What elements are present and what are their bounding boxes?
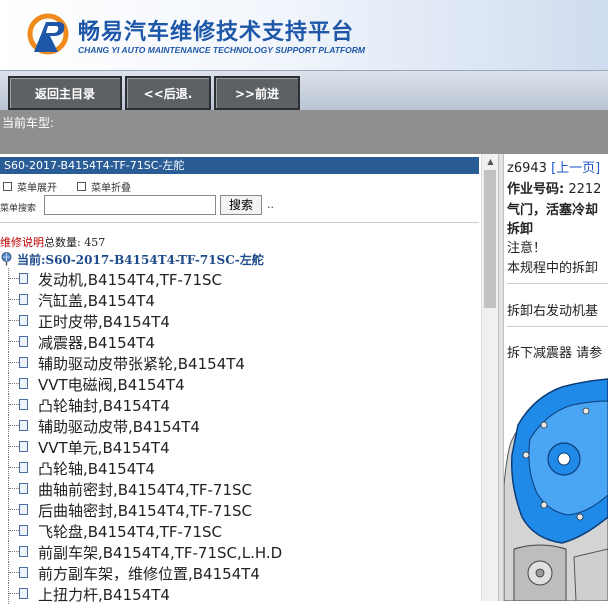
collapse-square-icon xyxy=(77,182,86,191)
tree-item[interactable]: 辅助驱动皮带,B4154T4 xyxy=(0,415,478,436)
document-icon xyxy=(19,315,28,326)
tree-item-label: 飞轮盘,B4154T4,TF-71SC xyxy=(38,523,222,541)
header-banner: 畅易汽车维修技术支持平台 CHANG YI AUTO MAINTENANCE T… xyxy=(0,0,608,70)
doc-header-line: z6943 [上一页] xyxy=(507,157,600,176)
tree-item-label: 正时皮带,B4154T4 xyxy=(38,313,170,331)
tree-item-label: VVT电磁阀,B4154T4 xyxy=(38,376,185,394)
document-icon xyxy=(19,588,28,599)
tree-item-label: 发动机,B4154T4,TF-71SC xyxy=(38,271,222,289)
tree-item[interactable]: 前方副车架，维修位置,B4154T4 xyxy=(0,562,478,583)
document-icon xyxy=(19,378,28,389)
expand-menu-label: 菜单展开 xyxy=(17,183,57,194)
tree-item[interactable]: 后曲轴密封,B4154T4,TF-71SC xyxy=(0,499,478,520)
document-icon xyxy=(19,420,28,431)
note-label: 注意！ xyxy=(507,241,547,256)
tree-item-label: 辅助驱动皮带张紧轮,B4154T4 xyxy=(38,355,245,373)
tree-item-label: VVT单元,B4154T4 xyxy=(38,439,170,457)
tree-item-label: 前方副车架，维修位置,B4154T4 xyxy=(38,565,260,583)
menu-scrollbar[interactable]: ▲ xyxy=(481,154,499,601)
step-separator xyxy=(507,326,608,327)
doc-section-title: 拆卸 xyxy=(507,222,534,237)
step-2-text: 拆下减震器 请参 xyxy=(507,346,603,361)
document-icon xyxy=(19,441,28,452)
tree-item-label: 凸轮轴,B4154T4 xyxy=(38,460,155,478)
tree-item[interactable]: 凸轮轴,B4154T4 xyxy=(0,457,478,478)
tree-item-label: 减震器,B4154T4 xyxy=(38,334,155,352)
menu-search-label: 菜单搜索 xyxy=(0,204,37,214)
tree-item-label: 后曲轴密封,B4154T4,TF-71SC xyxy=(38,502,252,520)
document-icon xyxy=(19,567,28,578)
tree-item[interactable]: 正时皮带,B4154T4 xyxy=(0,310,478,331)
brand-title-cn: 畅易汽车维修技术支持平台 xyxy=(78,20,355,45)
tree-item[interactable]: 发动机,B4154T4,TF-71SC xyxy=(0,268,478,289)
document-icon xyxy=(19,462,28,473)
nav-toolbar: 返回主目录 <<后退. >>前进 xyxy=(0,70,608,111)
step-1-text: 拆卸右发动机基 xyxy=(507,304,599,319)
procedure-tree: 发动机,B4154T4,TF-71SC 汽缸盖,B4154T4 正时皮带,B4154… xyxy=(0,268,478,604)
doc-title-line: 气门，活塞冷却 xyxy=(507,203,599,218)
tree-item[interactable]: 前副车架,B4154T4,TF-71SC,L.H.D xyxy=(0,541,478,562)
document-icon xyxy=(19,336,28,347)
menu-panel: S60-2017-B4154T4-TF-71SC-左舵 菜单展开 菜单折叠 菜单… xyxy=(0,154,499,604)
tree-item[interactable]: 凸轮轴封,B4154T4 xyxy=(0,394,478,415)
doc-id: z6943 xyxy=(507,161,547,176)
document-icon xyxy=(19,399,28,410)
tree-item-label: 汽缸盖,B4154T4 xyxy=(38,292,155,310)
engine-illustration xyxy=(504,367,608,601)
note-text: 本规程中的拆卸 xyxy=(507,261,599,276)
document-icon xyxy=(19,273,28,284)
tree-root[interactable]: 当前:S60-2017-B4154T4-TF-71SC-左舵 xyxy=(0,250,264,268)
collapse-menu-label: 菜单折叠 xyxy=(91,183,131,194)
content-panel: z6943 [上一页] 作业号码: 2212 气门，活塞冷却 拆卸 注意！ 本规… xyxy=(504,154,608,601)
menu-search-input[interactable] xyxy=(44,195,216,215)
expand-menu-option[interactable]: 菜单展开 xyxy=(3,179,57,194)
job-number-value: 2212 xyxy=(568,182,602,197)
tree-item-label: 前副车架,B4154T4,TF-71SC,L.H.D xyxy=(38,544,283,562)
brand-title-en: CHANG YI AUTO MAINTENANCE TECHNOLOGY SUP… xyxy=(78,45,365,55)
tree-item-label: 辅助驱动皮带,B4154T4 xyxy=(38,418,200,436)
count-value: 总数量: 457 xyxy=(44,236,106,249)
home-button[interactable]: 返回主目录 xyxy=(8,76,122,110)
expand-square-icon xyxy=(3,182,12,191)
collapse-menu-option[interactable]: 菜单折叠 xyxy=(77,179,131,194)
tree-item[interactable]: 减震器,B4154T4 xyxy=(0,331,478,352)
cy-logo-icon xyxy=(27,13,69,55)
panel-divider xyxy=(0,222,479,223)
document-icon xyxy=(19,357,28,368)
forward-button[interactable]: >>前进 xyxy=(214,76,300,110)
document-icon xyxy=(19,525,28,536)
back-button[interactable]: <<后退. xyxy=(125,76,211,110)
tree-item[interactable]: VVT单元,B4154T4 xyxy=(0,436,478,457)
scroll-up-arrow-icon[interactable]: ▲ xyxy=(482,154,499,170)
document-icon xyxy=(19,483,28,494)
search-button[interactable]: 搜索 xyxy=(220,195,262,215)
tree-item[interactable]: 辅助驱动皮带张紧轮,B4154T4 xyxy=(0,352,478,373)
tree-item[interactable]: 曲轴前密封,B4154T4,TF-71SC xyxy=(0,478,478,499)
document-icon xyxy=(19,504,28,515)
vehicle-label: 当前车型: xyxy=(2,116,55,130)
tree-item[interactable]: VVT电磁阀,B4154T4 xyxy=(0,373,478,394)
tree-item[interactable]: 汽缸盖,B4154T4 xyxy=(0,289,478,310)
menu-panel-title: S60-2017-B4154T4-TF-71SC-左舵 xyxy=(0,157,479,174)
tree-item[interactable]: 飞轮盘,B4154T4,TF-71SC xyxy=(0,520,478,541)
step-separator xyxy=(507,283,608,284)
prev-page-link[interactable]: [上一页] xyxy=(551,161,600,176)
search-suffix: .. xyxy=(267,198,274,211)
tree-root-label: 当前:S60-2017-B4154T4-TF-71SC-左舵 xyxy=(17,252,264,267)
document-icon xyxy=(19,546,28,557)
job-number-line: 作业号码: 2212 xyxy=(507,178,601,197)
tree-item-label: 上扭力杆,B4154T4 xyxy=(38,586,170,604)
globe-pin-icon xyxy=(1,252,12,266)
count-red-label: 维修说明 xyxy=(0,236,44,249)
total-count: 维修说明总数量: 457 xyxy=(0,234,105,250)
job-number-label: 作业号码: xyxy=(507,182,565,197)
scroll-thumb[interactable] xyxy=(484,170,496,308)
tree-item-label: 曲轴前密封,B4154T4,TF-71SC xyxy=(38,481,252,499)
document-icon xyxy=(19,294,28,305)
tree-item-label: 凸轮轴封,B4154T4 xyxy=(38,397,170,415)
vehicle-bar: 当前车型: xyxy=(0,110,608,154)
